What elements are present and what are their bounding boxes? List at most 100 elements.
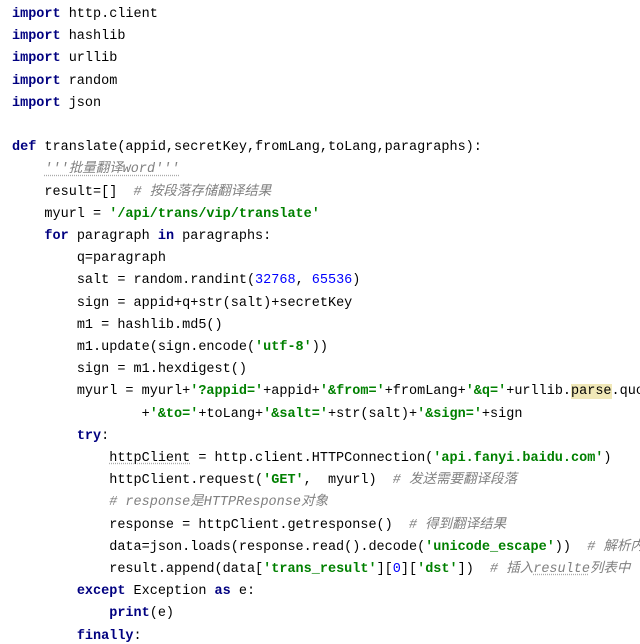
code-line: m1.update(sign.encode('utf-8')) bbox=[12, 337, 640, 359]
code-line: finally: bbox=[12, 626, 640, 644]
code-line: def translate(appid,secretKey,fromLang,t… bbox=[12, 137, 640, 159]
comment-part: # 插入 bbox=[490, 562, 533, 577]
code-line: response = httpClient.getresponse() # 得到… bbox=[12, 515, 640, 537]
comment: # 解析内容 bbox=[587, 540, 640, 555]
code-text: : bbox=[134, 629, 142, 644]
code-editor: import http.client import hashlib import… bbox=[0, 0, 640, 644]
code-text: data=json.loads(response.read().decode( bbox=[109, 540, 425, 555]
code-text: (e) bbox=[150, 606, 174, 621]
code-text: +fromLang+ bbox=[385, 384, 466, 399]
builtin-str: str bbox=[336, 407, 360, 422]
comment: # 发送需要翻译段落 bbox=[393, 473, 517, 488]
code-text: +sign bbox=[482, 407, 523, 422]
code-text: myurl = bbox=[44, 207, 109, 222]
string-literal: '&to=' bbox=[150, 407, 199, 422]
code-line: salt = random.randint(32768, 65536) bbox=[12, 270, 640, 292]
keyword-import: import bbox=[12, 29, 61, 44]
string-literal: 'dst' bbox=[417, 562, 458, 577]
string-literal: '&from=' bbox=[320, 384, 385, 399]
code-line: import hashlib bbox=[12, 26, 640, 48]
module-name: random bbox=[61, 74, 118, 89]
code-text: = http.client.HTTPConnection( bbox=[190, 451, 433, 466]
code-line: print(e) bbox=[12, 603, 640, 625]
module-name: urllib bbox=[61, 51, 118, 66]
string-literal: 'api.fanyi.baidu.com' bbox=[433, 451, 603, 466]
code-line: httpClient = http.client.HTTPConnection(… bbox=[12, 448, 640, 470]
code-text: myurl = myurl+ bbox=[77, 384, 190, 399]
code-line: sign = appid+q+str(salt)+secretKey bbox=[12, 293, 640, 315]
keyword-import: import bbox=[12, 51, 61, 66]
code-text: result=[] bbox=[44, 185, 133, 200]
code-text: result.append(data[ bbox=[109, 562, 263, 577]
code-line: # response是HTTPResponse对象 bbox=[12, 492, 640, 514]
code-line: import json bbox=[12, 93, 640, 115]
docstring: '''批量翻译word''' bbox=[44, 162, 179, 177]
code-text: salt = random.randint( bbox=[77, 273, 255, 288]
code-line: myurl = myurl+'?appid='+appid+'&from='+f… bbox=[12, 381, 640, 403]
code-text: ][ bbox=[377, 562, 393, 577]
blank-line bbox=[12, 115, 640, 137]
code-text: e: bbox=[231, 584, 255, 599]
code-line: q=paragraph bbox=[12, 248, 640, 270]
number-literal: 65536 bbox=[312, 273, 353, 288]
comment: # response是HTTPResponse对象 bbox=[109, 495, 328, 510]
string-literal: 'GET' bbox=[263, 473, 304, 488]
string-literal: '&q=' bbox=[466, 384, 507, 399]
code-text: paragraph bbox=[69, 229, 158, 244]
keyword-import: import bbox=[12, 96, 61, 111]
code-text: ][ bbox=[401, 562, 417, 577]
module-name: hashlib bbox=[61, 29, 126, 44]
code-text: response = httpClient.getresponse() bbox=[109, 518, 409, 533]
code-text: , myurl) bbox=[304, 473, 393, 488]
code-text: Exception bbox=[125, 584, 214, 599]
number-literal: 0 bbox=[393, 562, 401, 577]
code-text: )) bbox=[555, 540, 587, 555]
string-literal: '&sign=' bbox=[417, 407, 482, 422]
number-literal: 32768 bbox=[255, 273, 296, 288]
string-literal: 'utf-8' bbox=[255, 340, 312, 355]
code-text: httpClient.request( bbox=[109, 473, 263, 488]
code-text: m1 = hashlib.md5() bbox=[77, 318, 223, 333]
code-line: except Exception as e: bbox=[12, 581, 640, 603]
function-signature: translate(appid,secretKey,fromLang,toLan… bbox=[36, 140, 482, 155]
code-text: .quote(q)\ bbox=[612, 384, 640, 399]
code-text: : bbox=[101, 429, 109, 444]
code-line: result=[] # 按段落存储翻译结果 bbox=[12, 182, 640, 204]
builtin-print: print bbox=[109, 606, 150, 621]
code-line: myurl = '/api/trans/vip/translate' bbox=[12, 204, 640, 226]
code-line: for paragraph in paragraphs: bbox=[12, 226, 640, 248]
code-text: sign = m1.hexdigest() bbox=[77, 362, 247, 377]
comment-part: 列表中 bbox=[590, 562, 631, 577]
keyword-import: import bbox=[12, 74, 61, 89]
code-line: import http.client bbox=[12, 4, 640, 26]
code-text: paragraphs: bbox=[174, 229, 271, 244]
code-text: (salt)+secretKey bbox=[223, 296, 353, 311]
keyword-import: import bbox=[12, 7, 61, 22]
code-text: + bbox=[328, 407, 336, 422]
code-line: m1 = hashlib.md5() bbox=[12, 315, 640, 337]
code-line: +'&to='+toLang+'&salt='+str(salt)+'&sign… bbox=[12, 404, 640, 426]
code-text: sign = appid+q+ bbox=[77, 296, 199, 311]
code-text: +urllib. bbox=[506, 384, 571, 399]
keyword-try: try bbox=[77, 429, 101, 444]
comment: # 得到翻译结果 bbox=[409, 518, 506, 533]
keyword-def: def bbox=[12, 140, 36, 155]
keyword-finally: finally bbox=[77, 629, 134, 644]
code-line: result.append(data['trans_result'][0]['d… bbox=[12, 559, 640, 581]
code-text: ) bbox=[352, 273, 360, 288]
string-literal: 'trans_result' bbox=[263, 562, 376, 577]
code-text: m1.update(sign.encode( bbox=[77, 340, 255, 355]
keyword-except: except bbox=[77, 584, 126, 599]
module-name: json bbox=[61, 96, 102, 111]
comment: # 按段落存储翻译结果 bbox=[134, 185, 272, 200]
code-line: '''批量翻译word''' bbox=[12, 159, 640, 181]
highlighted-text: parse bbox=[571, 384, 612, 399]
code-text: )) bbox=[312, 340, 328, 355]
builtin-str: str bbox=[198, 296, 222, 311]
code-text: q=paragraph bbox=[77, 251, 166, 266]
identifier: httpClient bbox=[109, 451, 190, 466]
string-literal: '?appid=' bbox=[190, 384, 263, 399]
code-line: data=json.loads(response.read().decode('… bbox=[12, 537, 640, 559]
code-line: try: bbox=[12, 426, 640, 448]
string-literal: 'unicode_escape' bbox=[425, 540, 555, 555]
